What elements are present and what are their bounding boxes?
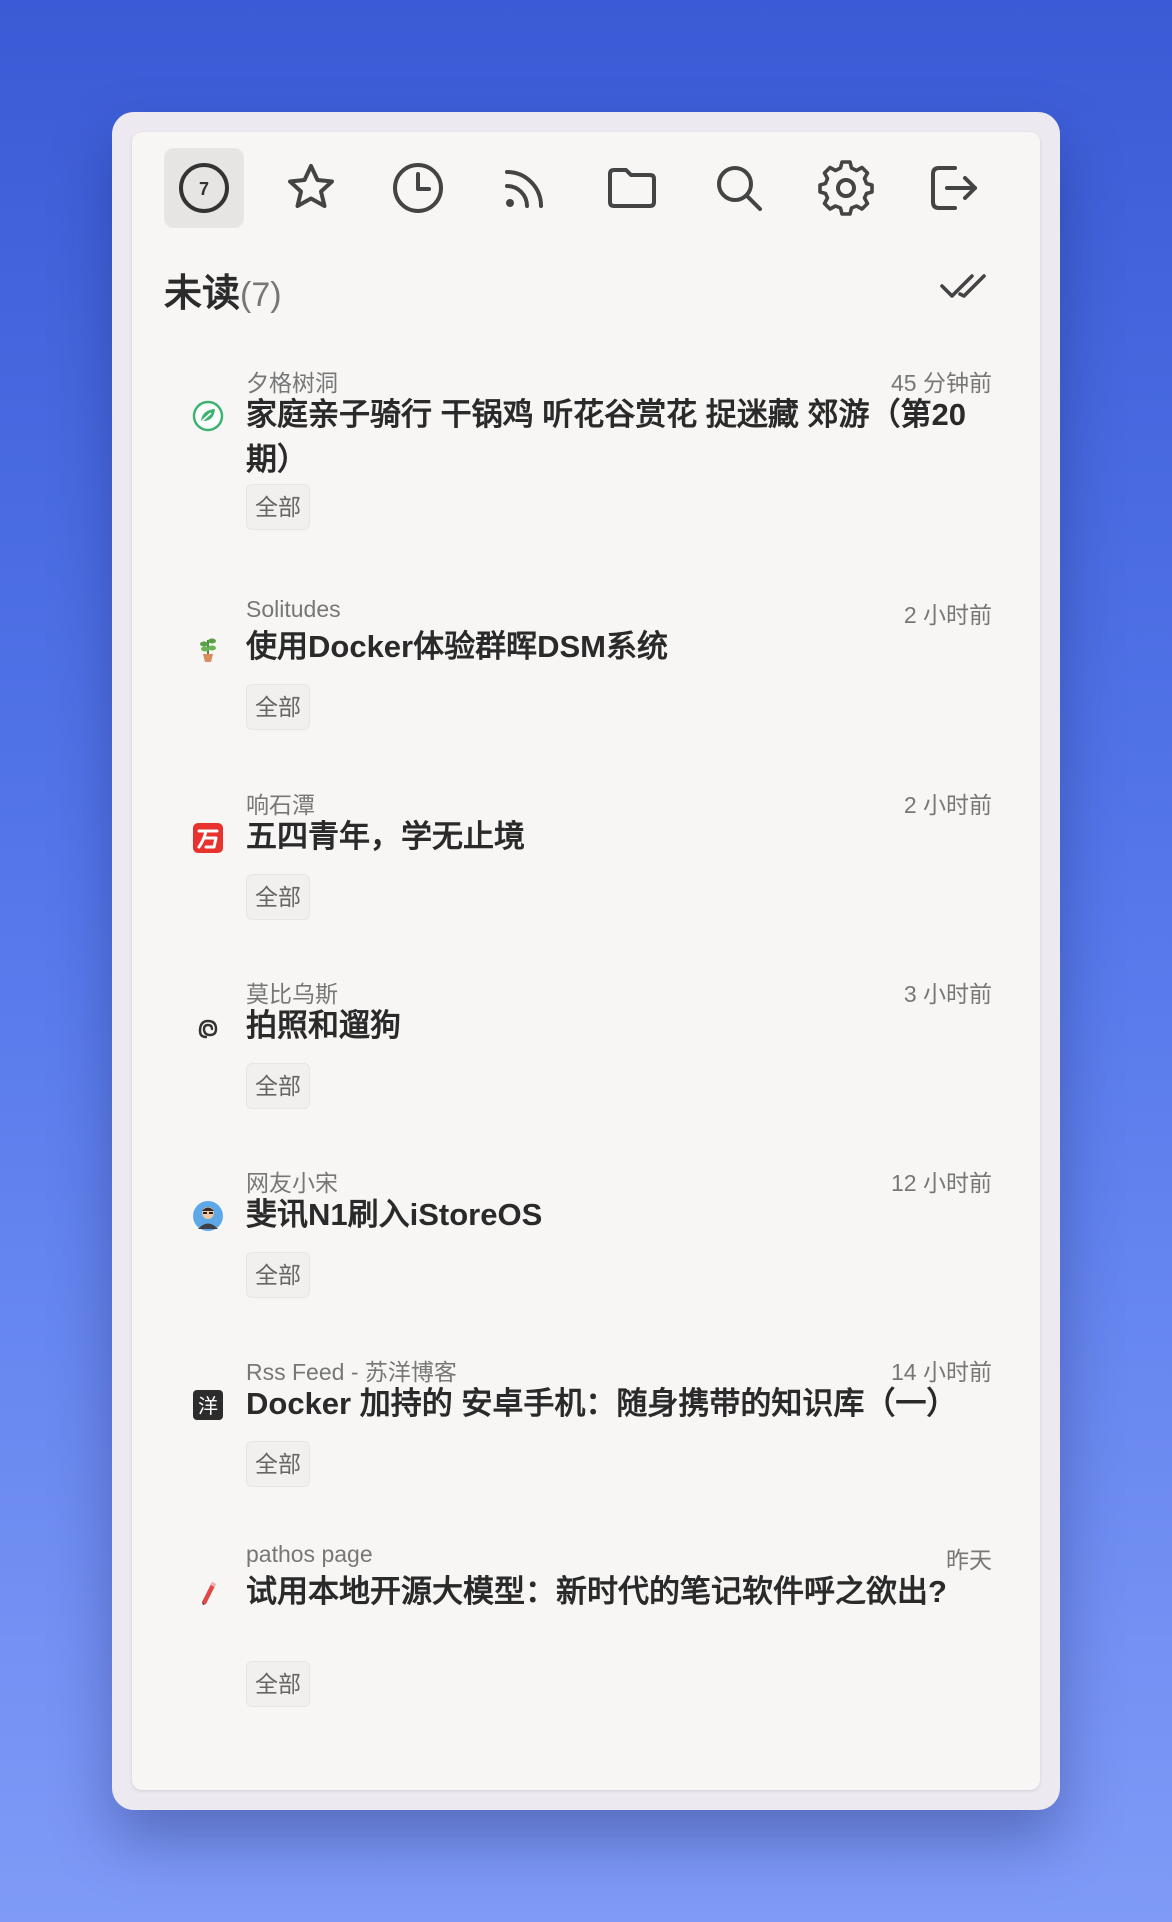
star-icon — [288, 164, 334, 208]
categories-tab-button[interactable] — [592, 148, 672, 228]
yang-logo-icon: 洋 — [192, 1389, 224, 1421]
entry-title[interactable]: 五四青年，学无止境 — [246, 814, 992, 859]
entry-category-tag[interactable]: 全部 — [246, 1063, 310, 1109]
app-window: 7 未读(7) 夕格树洞 45 分钟前 家庭亲子骑行 干锅鸡 听花谷赏花 捉迷藏… — [112, 112, 1060, 1810]
entry-title[interactable]: 使用Docker体验群晖DSM系统 — [246, 624, 992, 669]
entry-category-tag[interactable]: 全部 — [246, 1661, 310, 1707]
list-item[interactable]: 夕格树洞 45 分钟前 家庭亲子骑行 干锅鸡 听花谷赏花 捉迷藏 郊游（第20期）全… — [192, 364, 992, 530]
entry-source: Solitudes — [246, 596, 341, 622]
double-check-icon — [940, 274, 986, 298]
list-item[interactable]: 莫比乌斯 3 小时前 拍照和遛狗 全部 — [192, 975, 992, 1109]
unread-count-label: (7) — [240, 276, 282, 314]
entry-title[interactable]: 拍照和遛狗 — [246, 1003, 992, 1048]
list-item[interactable]: Solitudes 2 小时前 使用Docker体验群晖DSM系统 全部 — [192, 596, 992, 730]
logout-icon — [931, 166, 977, 210]
list-item[interactable]: Rss Feed - 苏洋博客 14 小时前洋 Docker 加持的 安卓手机：随身… — [192, 1353, 992, 1487]
unread-count-icon: 7 — [179, 163, 229, 213]
list-item[interactable]: 响石潭 2 小时前 五四青年，学无止境 全部 — [192, 786, 992, 920]
avatar-icon — [192, 1200, 224, 1232]
page-title: 未读 — [164, 273, 241, 315]
settings-tab-button[interactable] — [806, 148, 886, 228]
toolbar: 7 — [164, 148, 1020, 228]
search-icon — [717, 166, 762, 211]
leaf-icon — [192, 400, 224, 432]
list-item[interactable]: 网友小宋 12 小时前 斐讯N1刷入iStoreOS 全部 — [192, 1164, 992, 1298]
feeds-tab-button[interactable] — [485, 148, 565, 228]
rss-icon — [505, 170, 543, 208]
history-tab-button[interactable] — [378, 148, 458, 228]
mark-all-read-button[interactable] — [938, 266, 990, 310]
svg-text:洋: 洋 — [198, 1394, 218, 1418]
entry-category-tag[interactable]: 全部 — [246, 484, 310, 530]
unread-count-text: 7 — [199, 179, 209, 199]
entry-category-tag[interactable]: 全部 — [246, 1252, 310, 1298]
entry-source: pathos page — [246, 1541, 373, 1567]
entry-category-tag[interactable]: 全部 — [246, 684, 310, 730]
entry-title[interactable]: Docker 加持的 安卓手机：随身携带的知识库（一） — [246, 1381, 992, 1426]
entry-category-tag[interactable]: 全部 — [246, 1441, 310, 1487]
gear-icon — [818, 160, 874, 216]
clock-icon — [393, 163, 443, 213]
entry-title[interactable]: 家庭亲子骑行 干锅鸡 听花谷赏花 捉迷藏 郊游（第20期） — [246, 392, 992, 482]
starred-tab-button[interactable] — [271, 148, 351, 228]
list-item[interactable]: pathos page 昨天 试用本地开源大模型：新时代的笔记软件呼之欲出? 全部 — [192, 1541, 992, 1707]
folder-icon — [608, 168, 656, 208]
unread-tab-button[interactable]: 7 — [164, 148, 244, 228]
mobius-icon — [192, 1011, 224, 1043]
entry-title[interactable]: 斐讯N1刷入iStoreOS — [246, 1192, 992, 1237]
search-tab-button[interactable] — [699, 148, 779, 228]
entry-category-tag[interactable]: 全部 — [246, 874, 310, 920]
stone-logo-icon — [192, 822, 224, 854]
entry-title[interactable]: 试用本地开源大模型：新时代的笔记软件呼之欲出? — [246, 1569, 992, 1614]
section-header: 未读(7) — [164, 262, 1008, 318]
reader-panel: 7 未读(7) 夕格树洞 45 分钟前 家庭亲子骑行 干锅鸡 听花谷赏花 捉迷藏… — [132, 132, 1040, 1790]
plant-pot-icon — [192, 632, 224, 664]
logout-button[interactable] — [913, 148, 993, 228]
pen-icon — [192, 1577, 224, 1609]
